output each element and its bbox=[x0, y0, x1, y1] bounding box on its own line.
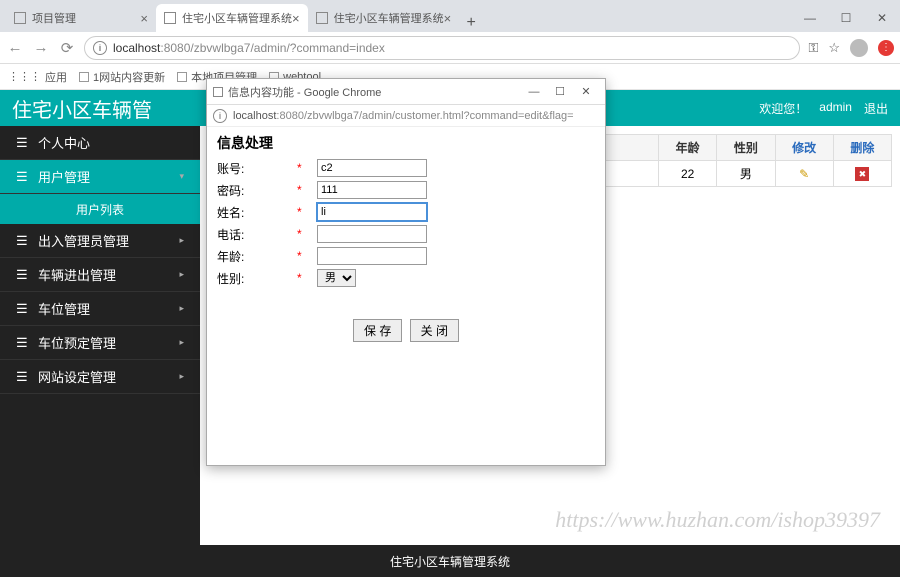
key-icon[interactable]: ⚿ bbox=[808, 40, 818, 56]
browser-tab[interactable]: 项目管理 × bbox=[6, 4, 156, 32]
address-bar[interactable]: i localhost:8080/zbvwlbga7/admin/?comman… bbox=[84, 36, 800, 60]
info-icon[interactable]: i bbox=[93, 41, 107, 55]
chevron-down-icon: ▾ bbox=[179, 171, 184, 182]
minimize-icon[interactable]: — bbox=[521, 82, 547, 102]
chevron-right-icon: ▸ bbox=[179, 303, 184, 314]
minimize-icon[interactable]: — bbox=[792, 4, 828, 32]
tab-title: 项目管理 bbox=[32, 10, 76, 26]
browser-tab-active[interactable]: 住宅小区车辆管理系统 × bbox=[156, 4, 308, 32]
delete-icon[interactable]: ✖ bbox=[855, 167, 869, 181]
forward-icon[interactable]: → bbox=[32, 39, 50, 56]
sidebar-item-access[interactable]: ☰出入管理员管理▸ bbox=[0, 224, 200, 258]
sidebar: ☰个人中心 ☰用户管理▾ 用户列表 ☰出入管理员管理▸ ☰车辆进出管理▸ ☰车位… bbox=[0, 126, 200, 545]
url-path: /zbvwlbga7/admin/?command=index bbox=[190, 41, 384, 55]
sidebar-item-parking[interactable]: ☰车位管理▸ bbox=[0, 292, 200, 326]
close-icon[interactable]: × bbox=[140, 11, 148, 26]
back-icon[interactable]: ← bbox=[6, 39, 24, 56]
menu-icon: ☰ bbox=[16, 267, 30, 283]
popup-titlebar[interactable]: 信息内容功能 - Google Chrome — ☐ ✕ bbox=[207, 79, 605, 105]
menu-icon: ☰ bbox=[16, 335, 30, 351]
apps-button[interactable]: ⋮⋮⋮ 应用 bbox=[8, 69, 67, 85]
sidebar-item-vehicle[interactable]: ☰车辆进出管理▸ bbox=[0, 258, 200, 292]
popup-window: 信息内容功能 - Google Chrome — ☐ ✕ i localhost… bbox=[206, 78, 606, 466]
maximize-icon[interactable]: ☐ bbox=[547, 82, 573, 102]
star-icon[interactable]: ☆ bbox=[828, 40, 840, 56]
chevron-right-icon: ▸ bbox=[179, 371, 184, 382]
password-input[interactable] bbox=[317, 181, 427, 199]
chevron-right-icon: ▸ bbox=[179, 269, 184, 280]
url-port: :8080 bbox=[160, 41, 190, 55]
sidebar-item-site[interactable]: ☰网站设定管理▸ bbox=[0, 360, 200, 394]
file-icon bbox=[14, 12, 26, 24]
window-controls: — ☐ ✕ bbox=[792, 4, 900, 32]
chevron-right-icon: ▸ bbox=[179, 337, 184, 348]
menu-icon: ☰ bbox=[16, 169, 30, 185]
close-button[interactable]: 关 闭 bbox=[410, 319, 459, 342]
maximize-icon[interactable]: ☐ bbox=[828, 4, 864, 32]
sidebar-item-personal[interactable]: ☰个人中心 bbox=[0, 126, 200, 160]
watermark: https://www.huzhan.com/ishop39397 bbox=[555, 507, 880, 533]
close-icon[interactable]: ✕ bbox=[573, 82, 599, 102]
reload-icon[interactable]: ⟳ bbox=[58, 39, 76, 57]
tab-title: 住宅小区车辆管理系统 bbox=[334, 10, 444, 26]
menu-icon: ☰ bbox=[16, 301, 30, 317]
col-age: 年龄 bbox=[659, 135, 717, 161]
popup-heading: 信息处理 bbox=[217, 133, 595, 153]
popup-body: 信息处理 账号:* 密码:* 姓名:* 电话:* 年龄:* 性别:*男 保 存 … bbox=[207, 127, 605, 348]
file-icon bbox=[164, 12, 176, 24]
label-account: 账号: bbox=[217, 160, 297, 177]
browser-toolbar: ← → ⟳ i localhost:8080/zbvwlbga7/admin/?… bbox=[0, 32, 900, 64]
popup-title-text: 信息内容功能 - Google Chrome bbox=[228, 84, 381, 100]
label-age: 年龄: bbox=[217, 248, 297, 265]
app-footer: 住宅小区车辆管理系统 bbox=[0, 545, 900, 577]
sidebar-subitem-userlist[interactable]: 用户列表 bbox=[0, 194, 200, 224]
label-name: 姓名: bbox=[217, 204, 297, 221]
close-icon[interactable]: ✕ bbox=[864, 4, 900, 32]
info-icon[interactable]: i bbox=[213, 109, 227, 123]
url-host: localhost bbox=[113, 41, 160, 55]
menu-icon: ☰ bbox=[16, 135, 30, 151]
account-input[interactable] bbox=[317, 159, 427, 177]
age-input[interactable] bbox=[317, 247, 427, 265]
col-gender: 性别 bbox=[717, 135, 775, 161]
chevron-right-icon: ▸ bbox=[179, 235, 184, 246]
logout-link[interactable]: 退出 bbox=[864, 100, 888, 117]
popup-url-bar: i localhost:8080/zbvwlbga7/admin/custome… bbox=[207, 105, 605, 127]
label-password: 密码: bbox=[217, 182, 297, 199]
save-button[interactable]: 保 存 bbox=[353, 319, 402, 342]
avatar-icon[interactable] bbox=[850, 39, 868, 57]
label-gender: 性别: bbox=[217, 270, 297, 287]
file-icon bbox=[316, 12, 328, 24]
admin-link[interactable]: admin bbox=[819, 100, 852, 117]
file-icon bbox=[213, 87, 223, 97]
new-tab-button[interactable]: + bbox=[459, 14, 483, 32]
col-edit: 修改 bbox=[775, 135, 833, 161]
tab-title: 住宅小区车辆管理系统 bbox=[182, 10, 292, 26]
col-del: 删除 bbox=[833, 135, 891, 161]
cell-age: 22 bbox=[659, 161, 717, 187]
gender-select[interactable]: 男 bbox=[317, 269, 356, 287]
label-phone: 电话: bbox=[217, 226, 297, 243]
welcome-text: 欢迎您！ bbox=[759, 100, 807, 117]
close-icon[interactable]: × bbox=[444, 11, 452, 26]
menu-icon: ☰ bbox=[16, 233, 30, 249]
name-input[interactable] bbox=[317, 203, 427, 221]
sidebar-item-users[interactable]: ☰用户管理▾ bbox=[0, 160, 200, 194]
menu-badge-icon[interactable]: ⋮ bbox=[878, 40, 894, 56]
sidebar-item-reserve[interactable]: ☰车位预定管理▸ bbox=[0, 326, 200, 360]
menu-icon: ☰ bbox=[16, 369, 30, 385]
browser-titlebar: 项目管理 × 住宅小区车辆管理系统 × 住宅小区车辆管理系统 × + — ☐ ✕ bbox=[0, 0, 900, 32]
cell-gender: 男 bbox=[717, 161, 775, 187]
edit-icon[interactable]: ✎ bbox=[799, 167, 809, 181]
close-icon[interactable]: × bbox=[292, 11, 300, 26]
phone-input[interactable] bbox=[317, 225, 427, 243]
bookmark-item[interactable]: 1网站内容更新 bbox=[79, 69, 165, 85]
app-title: 住宅小区车辆管 bbox=[12, 94, 152, 123]
browser-tab[interactable]: 住宅小区车辆管理系统 × bbox=[308, 4, 460, 32]
